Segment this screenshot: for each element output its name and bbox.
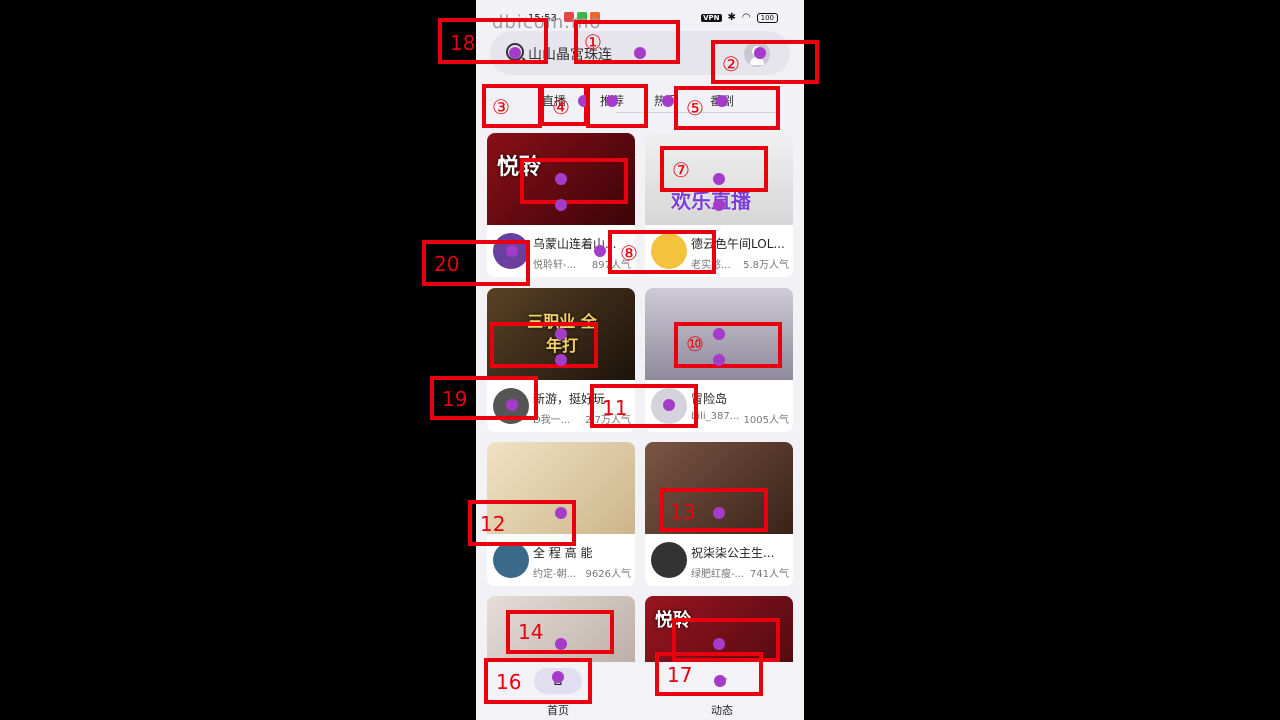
streamer-name: 悦聆轩-... <box>533 260 577 271</box>
annotation-dot <box>634 47 646 59</box>
nav-dynamic-label: 动态 <box>711 704 733 717</box>
annotation-dot <box>713 507 725 519</box>
annotation-label: ② <box>722 52 740 76</box>
annotation-dot <box>555 354 567 366</box>
annotation-label: 11 <box>602 396 628 420</box>
annotation-dot <box>714 675 726 687</box>
popularity-count: 741人气 <box>749 569 789 580</box>
annotation-dot <box>713 354 725 366</box>
streamer-name: 约定-朝... <box>533 569 577 580</box>
annotation-label: 16 <box>496 670 522 694</box>
annotation-dot <box>509 47 521 59</box>
bluetooth-icon: ✱ <box>727 12 736 23</box>
card-title: 全 程 高 能 <box>533 546 593 560</box>
annotation-dot <box>555 173 567 185</box>
annotation-label: 14 <box>518 620 544 644</box>
card-title: 冒险岛 <box>691 392 728 406</box>
annotation-dot <box>713 199 725 211</box>
annotation-box <box>520 158 628 204</box>
status-right: VPN ✱ ◠ 100 <box>701 12 778 23</box>
popularity-count: 1005人气 <box>743 415 789 426</box>
annotation-label: 13 <box>670 500 696 524</box>
annotation-label: ① <box>584 30 602 54</box>
streamer-name: 绿肥红瘦-... <box>691 569 745 580</box>
popularity-count: 5.8万人气 <box>743 260 789 271</box>
annotation-label: 12 <box>480 512 506 536</box>
annotation-dot <box>506 399 518 411</box>
annotation-label: ⑤ <box>686 96 704 120</box>
streamer-name: D我一... <box>533 415 571 426</box>
annotation-label: ⑩ <box>686 332 704 356</box>
annotation-box <box>482 84 542 128</box>
annotation-dot <box>555 328 567 340</box>
annotation-label: ④ <box>552 95 570 119</box>
annotation-label: ⑦ <box>672 158 690 182</box>
popularity-count: 9626人气 <box>585 569 631 580</box>
annotation-box <box>490 322 598 368</box>
battery-icon: 100 <box>756 12 778 23</box>
streamer-avatar[interactable] <box>493 542 529 578</box>
nav-home-label: 首页 <box>547 704 569 717</box>
annotation-dot <box>663 399 675 411</box>
annotation-dot <box>606 95 618 107</box>
annotation-dot <box>662 95 674 107</box>
annotation-label: 20 <box>434 252 460 276</box>
annotation-label: 18 <box>450 31 476 55</box>
annotation-dot <box>555 199 567 211</box>
card-title: 祝柒柒公主生... <box>691 546 775 560</box>
annotation-label: ⑧ <box>620 241 638 265</box>
annotation-label: 19 <box>442 387 468 411</box>
streamer-name: bili_387... <box>691 411 740 422</box>
annotation-dot <box>713 328 725 340</box>
annotation-dot <box>555 507 567 519</box>
annotation-dot <box>754 47 766 59</box>
annotation-box <box>586 84 648 128</box>
annotation-dot <box>713 638 725 650</box>
annotation-dot <box>555 638 567 650</box>
annotation-dot <box>713 173 725 185</box>
annotation-dot <box>594 245 606 257</box>
annotation-label: ③ <box>492 95 510 119</box>
annotation-dot <box>506 245 518 257</box>
annotation-dot <box>552 671 564 683</box>
streamer-avatar[interactable] <box>651 542 687 578</box>
annotation-dot <box>716 95 728 107</box>
vpn-badge: VPN <box>701 13 722 22</box>
wifi-icon: ◠ <box>741 12 751 23</box>
annotation-label: 17 <box>667 663 693 687</box>
